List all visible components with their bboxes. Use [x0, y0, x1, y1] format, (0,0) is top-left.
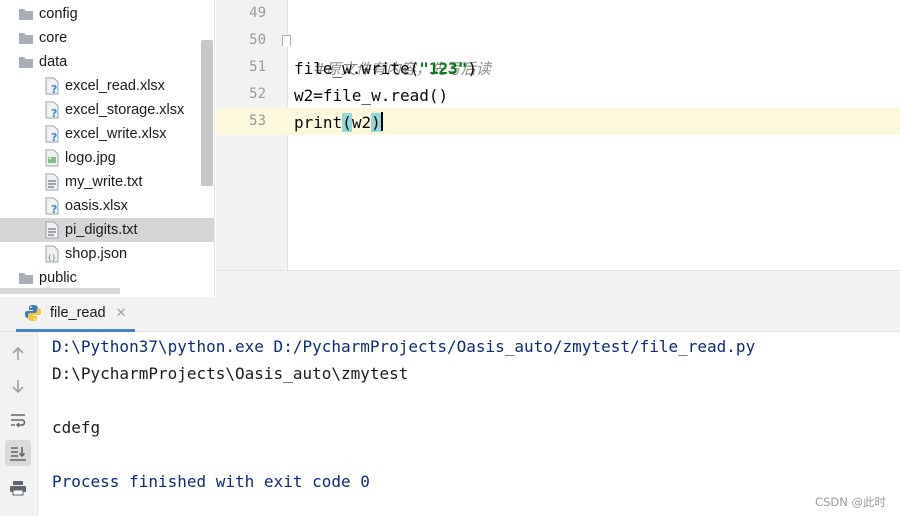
- svg-text:?: ?: [51, 107, 57, 119]
- line-number: 49: [249, 5, 266, 21]
- code-line-51[interactable]: file_w.write("123"): [294, 55, 477, 82]
- tree-item-config[interactable]: config: [0, 2, 214, 26]
- tree-item-excel-storage[interactable]: ? excel_storage.xlsx: [0, 98, 214, 122]
- console-exit-line: Process finished with exit code 0: [52, 472, 370, 491]
- tree-horizontal-scrollbar[interactable]: [0, 288, 120, 294]
- text-file-icon: [43, 221, 61, 239]
- run-tool-window-header: file_read ✕: [0, 297, 900, 332]
- line-number: 52: [249, 86, 266, 102]
- unknown-file-icon: ?: [43, 77, 61, 95]
- code-matched-paren-close: ): [371, 113, 381, 132]
- svg-text:?: ?: [51, 203, 57, 215]
- svg-text:?: ?: [51, 131, 57, 143]
- folder-icon: [17, 269, 35, 287]
- unknown-file-icon: ?: [43, 101, 61, 119]
- close-icon[interactable]: ✕: [116, 306, 127, 321]
- tree-vertical-scrollbar[interactable]: [201, 40, 213, 186]
- project-tree: config core data ? excel_read.xlsx ? exc…: [0, 0, 215, 297]
- unknown-file-icon: ?: [43, 197, 61, 215]
- code-read-call: w2=file_w.read(): [294, 86, 449, 105]
- fold-marker-icon[interactable]: [282, 35, 291, 46]
- image-file-icon: [43, 149, 61, 167]
- text-caret: [380, 112, 383, 131]
- code-string-literal: "123": [419, 59, 468, 78]
- line-number: 53: [249, 113, 266, 129]
- line-number: 50: [249, 32, 266, 48]
- soft-wrap-icon[interactable]: [5, 407, 31, 433]
- down-arrow-icon[interactable]: [5, 373, 31, 399]
- tab-label: file_read: [50, 305, 106, 321]
- watermark: CSDN @此时: [815, 495, 886, 509]
- code-write-call: file_w.write(: [294, 59, 420, 78]
- console-cwd-line: D:\PycharmProjects\Oasis_auto\zmytest: [52, 364, 409, 383]
- tree-item-logo-jpg[interactable]: logo.jpg: [0, 146, 214, 170]
- svg-text:{}: {}: [48, 254, 56, 262]
- run-toolbar: [0, 332, 38, 516]
- tree-item-shop-json[interactable]: {} shop.json: [0, 242, 214, 266]
- code-print-arg: w2: [351, 113, 372, 132]
- line-number: 51: [249, 59, 266, 75]
- tree-item-excel-write[interactable]: ? excel_write.xlsx: [0, 122, 214, 146]
- code-line-53[interactable]: print(w2): [294, 109, 383, 136]
- json-file-icon: {}: [43, 245, 61, 263]
- tree-item-my-write-txt[interactable]: my_write.txt: [0, 170, 214, 194]
- folder-icon: [17, 5, 35, 23]
- tree-item-core[interactable]: core: [0, 26, 214, 50]
- code-line-50[interactable]: #原文件有内容，先写后读: [294, 28, 491, 78]
- text-file-icon: [43, 173, 61, 191]
- tree-item-excel-read[interactable]: ? excel_read.xlsx: [0, 74, 214, 98]
- tree-item-data[interactable]: data: [0, 50, 214, 74]
- tree-item-oasis-xlsx[interactable]: ? oasis.xlsx: [0, 194, 214, 218]
- svg-text:?: ?: [51, 83, 57, 95]
- editor-bottom-area: [216, 270, 900, 297]
- scroll-to-end-icon[interactable]: [5, 440, 31, 466]
- code-print-func: print: [294, 113, 343, 132]
- up-arrow-icon[interactable]: [5, 341, 31, 367]
- code-line-52[interactable]: w2=file_w.read(): [294, 82, 448, 109]
- print-icon[interactable]: [5, 475, 31, 501]
- folder-icon: [17, 29, 35, 47]
- console-output-line: cdefg: [52, 418, 101, 437]
- folder-icon: [17, 53, 35, 71]
- console-command-line: D:\Python37\python.exe D:/PycharmProject…: [52, 337, 756, 356]
- tree-item-public[interactable]: public: [0, 266, 214, 290]
- unknown-file-icon: ?: [43, 125, 61, 143]
- tree-item-pi-digits-txt[interactable]: pi_digits.txt: [0, 218, 214, 242]
- tab-file-read[interactable]: file_read ✕: [16, 297, 135, 332]
- code-matched-paren-open: (: [342, 113, 352, 132]
- code-paren: ): [467, 59, 478, 78]
- python-icon: [24, 304, 42, 322]
